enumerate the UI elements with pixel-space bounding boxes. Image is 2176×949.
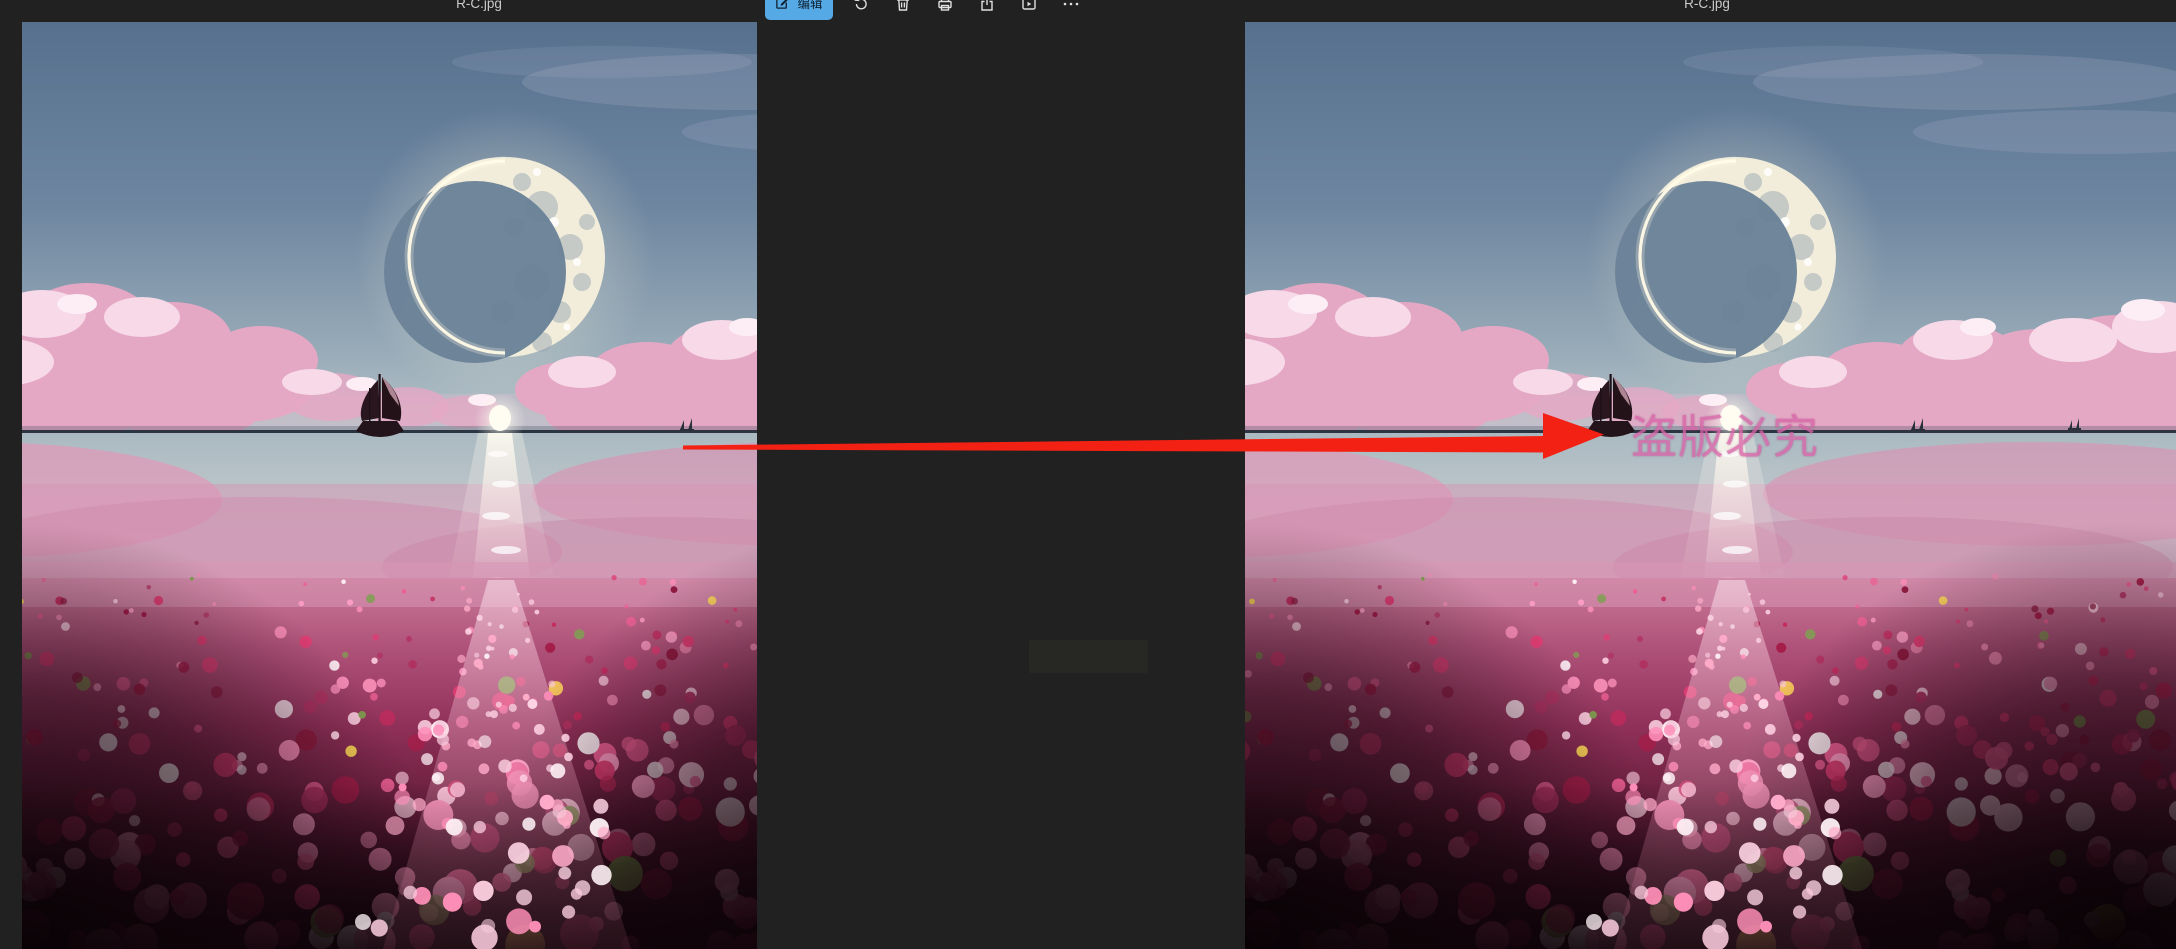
rotate-button[interactable]	[847, 0, 875, 20]
photo-viewer-window: 盗版必究 R-C.jpg R-C.jpg 编辑	[0, 0, 2176, 949]
photo-toolbar: 编辑	[765, 0, 1085, 20]
slideshow-button[interactable]	[1015, 0, 1043, 20]
edit-button-label: 编辑	[797, 0, 823, 11]
left-image-panel[interactable]	[22, 22, 757, 949]
right-filename-label: R-C.jpg	[1684, 0, 1730, 11]
watermark-text: 盗版必究	[1631, 410, 1819, 464]
slideshow-icon	[1022, 0, 1036, 10]
rotate-icon	[854, 0, 867, 10]
left-photo-moon-flower-sea	[22, 22, 757, 949]
right-image-panel[interactable]: 盗版必究	[1245, 22, 2176, 949]
share-icon	[981, 0, 993, 11]
print-icon	[938, 0, 952, 11]
edit-button[interactable]: 编辑	[765, 0, 833, 20]
print-button[interactable]	[931, 0, 959, 20]
right-photo-moon-flower-sea	[1245, 22, 2176, 949]
delete-button[interactable]	[889, 0, 917, 20]
delete-icon	[897, 0, 909, 11]
more-options-icon	[1063, 2, 1079, 6]
faded-tooltip	[1029, 640, 1148, 673]
share-button[interactable]	[973, 0, 1001, 20]
edit-pencil-icon	[776, 0, 788, 9]
left-filename-label: R-C.jpg	[456, 0, 502, 11]
more-options-button[interactable]	[1057, 0, 1085, 20]
